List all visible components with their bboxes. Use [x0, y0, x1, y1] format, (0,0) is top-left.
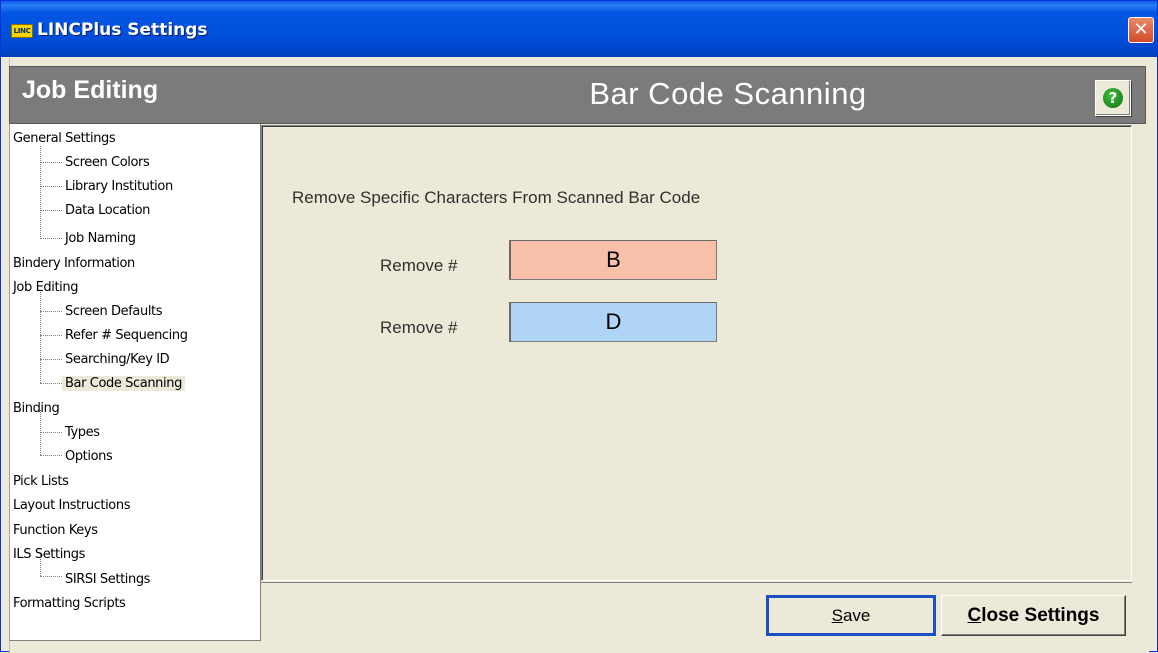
tree-connector	[40, 162, 62, 163]
tree-item-formatting-scripts[interactable]: Formatting Scripts	[13, 593, 126, 615]
tree-connector	[40, 238, 62, 239]
page-title: Bar Code Scanning	[589, 76, 867, 111]
tree-item-label: General Settings	[13, 131, 116, 146]
close-window-button[interactable]: ✕	[1128, 17, 1154, 43]
tree-connector	[40, 455, 62, 456]
tree-item-screen-defaults[interactable]: Screen Defaults	[65, 301, 163, 323]
tree-item-searching-key-id[interactable]: Searching/Key ID	[65, 349, 170, 371]
tree-item-label: Job Naming	[65, 231, 136, 246]
tree-connector	[40, 311, 62, 312]
header-band: Job Editing Bar Code Scanning ?	[9, 66, 1146, 124]
tree-item-label: Screen Defaults	[65, 304, 163, 319]
section-title: Job Editing	[22, 76, 159, 104]
tree-item-label: SIRSI Settings	[65, 572, 151, 587]
tree-item-refer-sequencing[interactable]: Refer # Sequencing	[65, 325, 188, 347]
tree-item-ils-settings[interactable]: ILS Settings	[13, 544, 85, 566]
settings-window: LINC LINCPlus Settings ✕ Job Editing Bar…	[0, 0, 1158, 653]
tree-item-screen-colors[interactable]: Screen Colors	[65, 152, 150, 174]
title-bar[interactable]: LINC LINCPlus Settings ✕	[1, 1, 1157, 57]
remove-field-label-2: Remove #	[380, 318, 458, 337]
tree-item-bar-code-scanning[interactable]: Bar Code Scanning	[62, 373, 185, 395]
tree-item-label: Library Institution	[65, 179, 173, 194]
help-button[interactable]: ?	[1095, 80, 1131, 116]
instruction-text: Remove Specific Characters From Scanned …	[292, 188, 701, 207]
tree-item-library-institution[interactable]: Library Institution	[65, 176, 173, 198]
remove-char-input-2[interactable]	[509, 302, 717, 342]
tree-item-options[interactable]: Options	[65, 446, 113, 468]
tree-connector	[40, 383, 62, 384]
tree-item-label: Screen Colors	[65, 155, 150, 170]
save-button[interactable]: Save	[766, 595, 936, 636]
tree-item-label: ILS Settings	[13, 547, 85, 562]
save-label: ave	[842, 606, 871, 625]
tree-item-label: Types	[65, 425, 100, 440]
tree-item-binding[interactable]: Binding	[13, 398, 60, 420]
close-mnemonic: C	[967, 605, 982, 626]
content-panel: Remove Specific Characters From Scanned …	[261, 125, 1132, 581]
tree-item-label: Data Location	[65, 203, 150, 218]
remove-char-input-1[interactable]	[509, 240, 717, 280]
tree-item-layout-instructions[interactable]: Layout Instructions	[13, 495, 130, 517]
tree-item-sirsi-settings[interactable]: SIRSI Settings	[65, 569, 150, 591]
tree-item-label: Bindery Information	[13, 256, 135, 271]
close-settings-label: lose Settings	[981, 605, 1100, 626]
tree-item-label: Refer # Sequencing	[65, 328, 188, 343]
settings-tree[interactable]: General Settings Screen Colors Library I…	[9, 124, 261, 641]
tree-connector-line	[40, 290, 41, 383]
tree-item-label: Job Editing	[13, 280, 79, 295]
tree-item-data-location[interactable]: Data Location	[65, 200, 150, 222]
tree-connector	[40, 576, 62, 577]
tree-item-label: Function Keys	[13, 523, 98, 538]
tree-item-label-selected: Bar Code Scanning	[62, 376, 185, 391]
tree-connector	[40, 335, 62, 336]
close-icon: ✕	[1133, 19, 1149, 40]
tree-item-bindery-information[interactable]: Bindery Information	[13, 253, 135, 275]
tree-item-label: Options	[65, 449, 113, 464]
tree-item-job-editing[interactable]: Job Editing	[13, 277, 78, 299]
tree-item-pick-lists[interactable]: Pick Lists	[13, 471, 69, 493]
tree-connector	[40, 186, 62, 187]
button-bar: Save Close Settings	[261, 582, 1132, 641]
close-settings-button[interactable]: Close Settings	[941, 595, 1126, 636]
linc-app-icon: LINC	[11, 24, 33, 38]
tree-connector	[40, 432, 62, 433]
tree-item-label: Formatting Scripts	[13, 596, 126, 611]
tree-connector-line	[40, 146, 41, 239]
tree-item-label: Pick Lists	[13, 474, 69, 489]
tree-connector	[40, 359, 62, 360]
tree-connector	[40, 210, 62, 211]
window-title: LINCPlus Settings	[37, 20, 208, 40]
help-question-icon: ?	[1103, 88, 1123, 108]
save-mnemonic: S	[831, 606, 843, 625]
tree-item-function-keys[interactable]: Function Keys	[13, 520, 98, 542]
tree-item-label: Binding	[13, 401, 60, 416]
tree-item-general-settings[interactable]: General Settings	[13, 128, 116, 150]
tree-item-job-naming[interactable]: Job Naming	[65, 228, 136, 250]
tree-item-label: Layout Instructions	[13, 498, 131, 513]
tree-item-label: Searching/Key ID	[65, 352, 170, 367]
remove-field-label-1: Remove #	[380, 256, 458, 275]
tree-item-types[interactable]: Types	[65, 422, 100, 444]
